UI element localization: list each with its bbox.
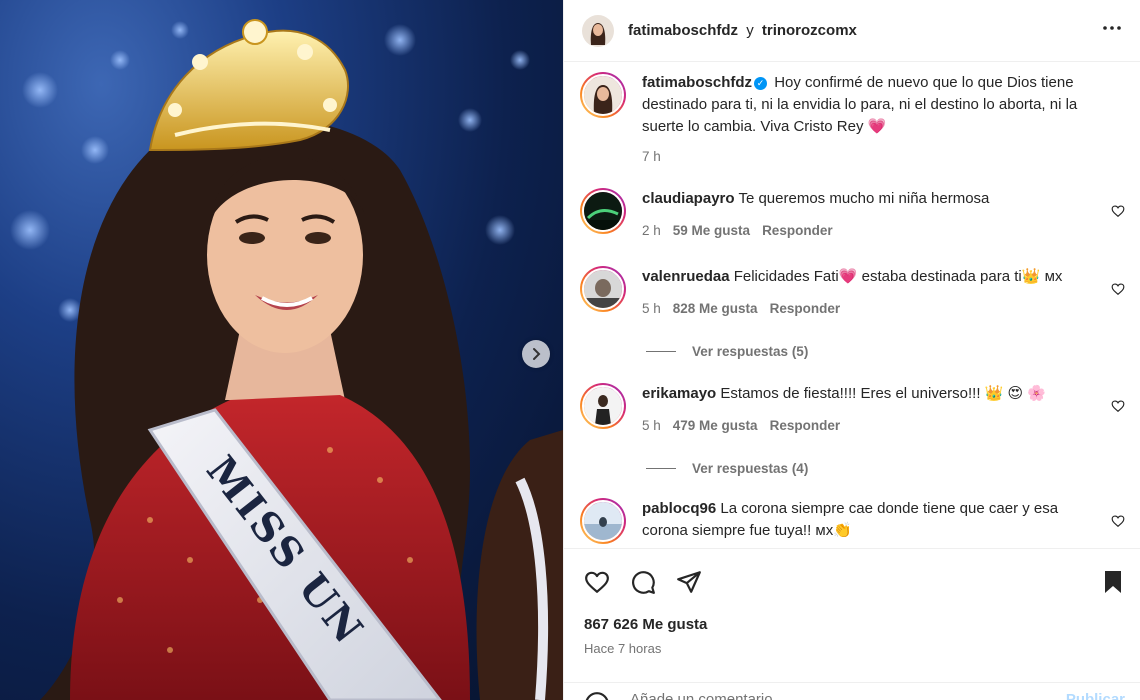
post-actions: 867 626 Me gusta Hace 7 horas <box>564 548 1140 656</box>
comment-time: 2 h <box>642 223 661 238</box>
comment-username[interactable]: pablocq96 <box>642 500 716 517</box>
comment-item: erikamayo Estamos de fiesta!!!! Eres el … <box>580 383 1125 437</box>
verified-badge-icon: ✓ <box>754 77 768 90</box>
comment-username[interactable]: erikamayo <box>642 385 716 402</box>
likes-count[interactable]: 867 626 Me gusta <box>584 616 1125 633</box>
more-horizontal-icon <box>1103 25 1121 30</box>
like-button[interactable] <box>584 569 610 595</box>
post-comment-button[interactable]: Publicar <box>1066 691 1125 700</box>
next-image-button[interactable] <box>522 340 550 368</box>
comment-time: 5 h <box>642 418 661 433</box>
coauthor-username[interactable]: trinorozcomx <box>762 22 857 39</box>
reply-button[interactable]: Responder <box>770 301 841 316</box>
add-comment-bar: Añade un comentario... Publicar <box>564 682 1140 700</box>
author-username[interactable]: fatimaboschfdz <box>628 22 738 39</box>
comment-text: Te queremos mucho mi niña hermosa <box>738 190 990 207</box>
replies-divider <box>646 351 676 352</box>
comment-likes[interactable]: 59 Me gusta <box>673 223 750 238</box>
reply-button[interactable]: Responder <box>762 223 833 238</box>
chevron-right-icon <box>533 348 541 360</box>
comment-username[interactable]: valenruedaa <box>642 268 730 285</box>
more-options-button[interactable] <box>1100 16 1124 46</box>
comment-username[interactable]: claudiapayro <box>642 190 735 207</box>
authors-connector: y <box>746 22 754 39</box>
author-avatar[interactable] <box>582 14 614 47</box>
comment-item: pablocq96 La corona siempre cae donde ti… <box>580 498 1125 544</box>
comment-avatar[interactable] <box>580 266 626 312</box>
view-replies-button[interactable]: Ver respuestas (4) <box>646 461 1125 476</box>
comment-avatar[interactable] <box>580 498 626 544</box>
comment-bubble-icon <box>632 571 655 594</box>
comment-item: valenruedaa Felicidades Fati💗 estaba des… <box>580 266 1125 320</box>
crown <box>148 19 349 152</box>
comment-likes[interactable]: 479 Me gusta <box>673 418 758 433</box>
post-side-panel: fatimaboschfdz y trinorozcomx fatimabosc… <box>563 0 1140 700</box>
like-comment-heart-icon[interactable] <box>1111 282 1125 296</box>
view-replies-button[interactable]: Ver respuestas (5) <box>646 344 1125 359</box>
like-comment-heart-icon[interactable] <box>1111 204 1125 218</box>
caption-username[interactable]: fatimaboschfdz <box>642 74 752 91</box>
post-authors: fatimaboschfdz y trinorozcomx <box>628 22 857 39</box>
bookmark-icon <box>1105 571 1121 593</box>
comment-item: claudiapayro Te queremos mucho mi niña h… <box>580 188 1125 242</box>
like-comment-heart-icon[interactable] <box>1111 399 1125 413</box>
reply-button[interactable]: Responder <box>770 418 841 433</box>
share-button[interactable] <box>676 569 702 595</box>
comment-time: 5 h <box>642 301 661 316</box>
post-caption: fatimaboschfdz ✓ Hoy confirmé de nuevo qu… <box>580 72 1125 168</box>
post-header: fatimaboschfdz y trinorozcomx <box>564 0 1140 62</box>
view-replies-label: Ver respuestas (4) <box>692 461 809 476</box>
post-image: MISS UN <box>0 0 563 700</box>
comment-likes[interactable]: 828 Me gusta <box>673 301 758 316</box>
comment-avatar[interactable] <box>580 188 626 234</box>
post-time: Hace 7 horas <box>584 641 662 656</box>
heart-icon <box>585 571 609 593</box>
save-button[interactable] <box>1101 569 1125 595</box>
comment-input[interactable]: Añade un comentario... <box>630 691 785 700</box>
caption-avatar[interactable] <box>580 72 626 118</box>
comments-list[interactable]: fatimaboschfdz ✓ Hoy confirmé de nuevo qu… <box>564 62 1140 548</box>
photo-illustration: MISS UN <box>10 19 563 700</box>
replies-divider <box>646 468 676 469</box>
comment-text: Estamos de fiesta!!!! Eres el universo!!… <box>720 385 1046 402</box>
emoji-icon[interactable] <box>584 691 610 700</box>
paper-plane-icon <box>677 571 701 593</box>
caption-time: 7 h <box>642 149 661 164</box>
comment-text: Felicidades Fati💗 estaba destinada para … <box>733 268 1063 285</box>
like-comment-heart-icon[interactable] <box>1111 514 1125 528</box>
comment-avatar[interactable] <box>580 383 626 429</box>
view-replies-label: Ver respuestas (5) <box>692 344 809 359</box>
comment-button[interactable] <box>630 569 656 595</box>
